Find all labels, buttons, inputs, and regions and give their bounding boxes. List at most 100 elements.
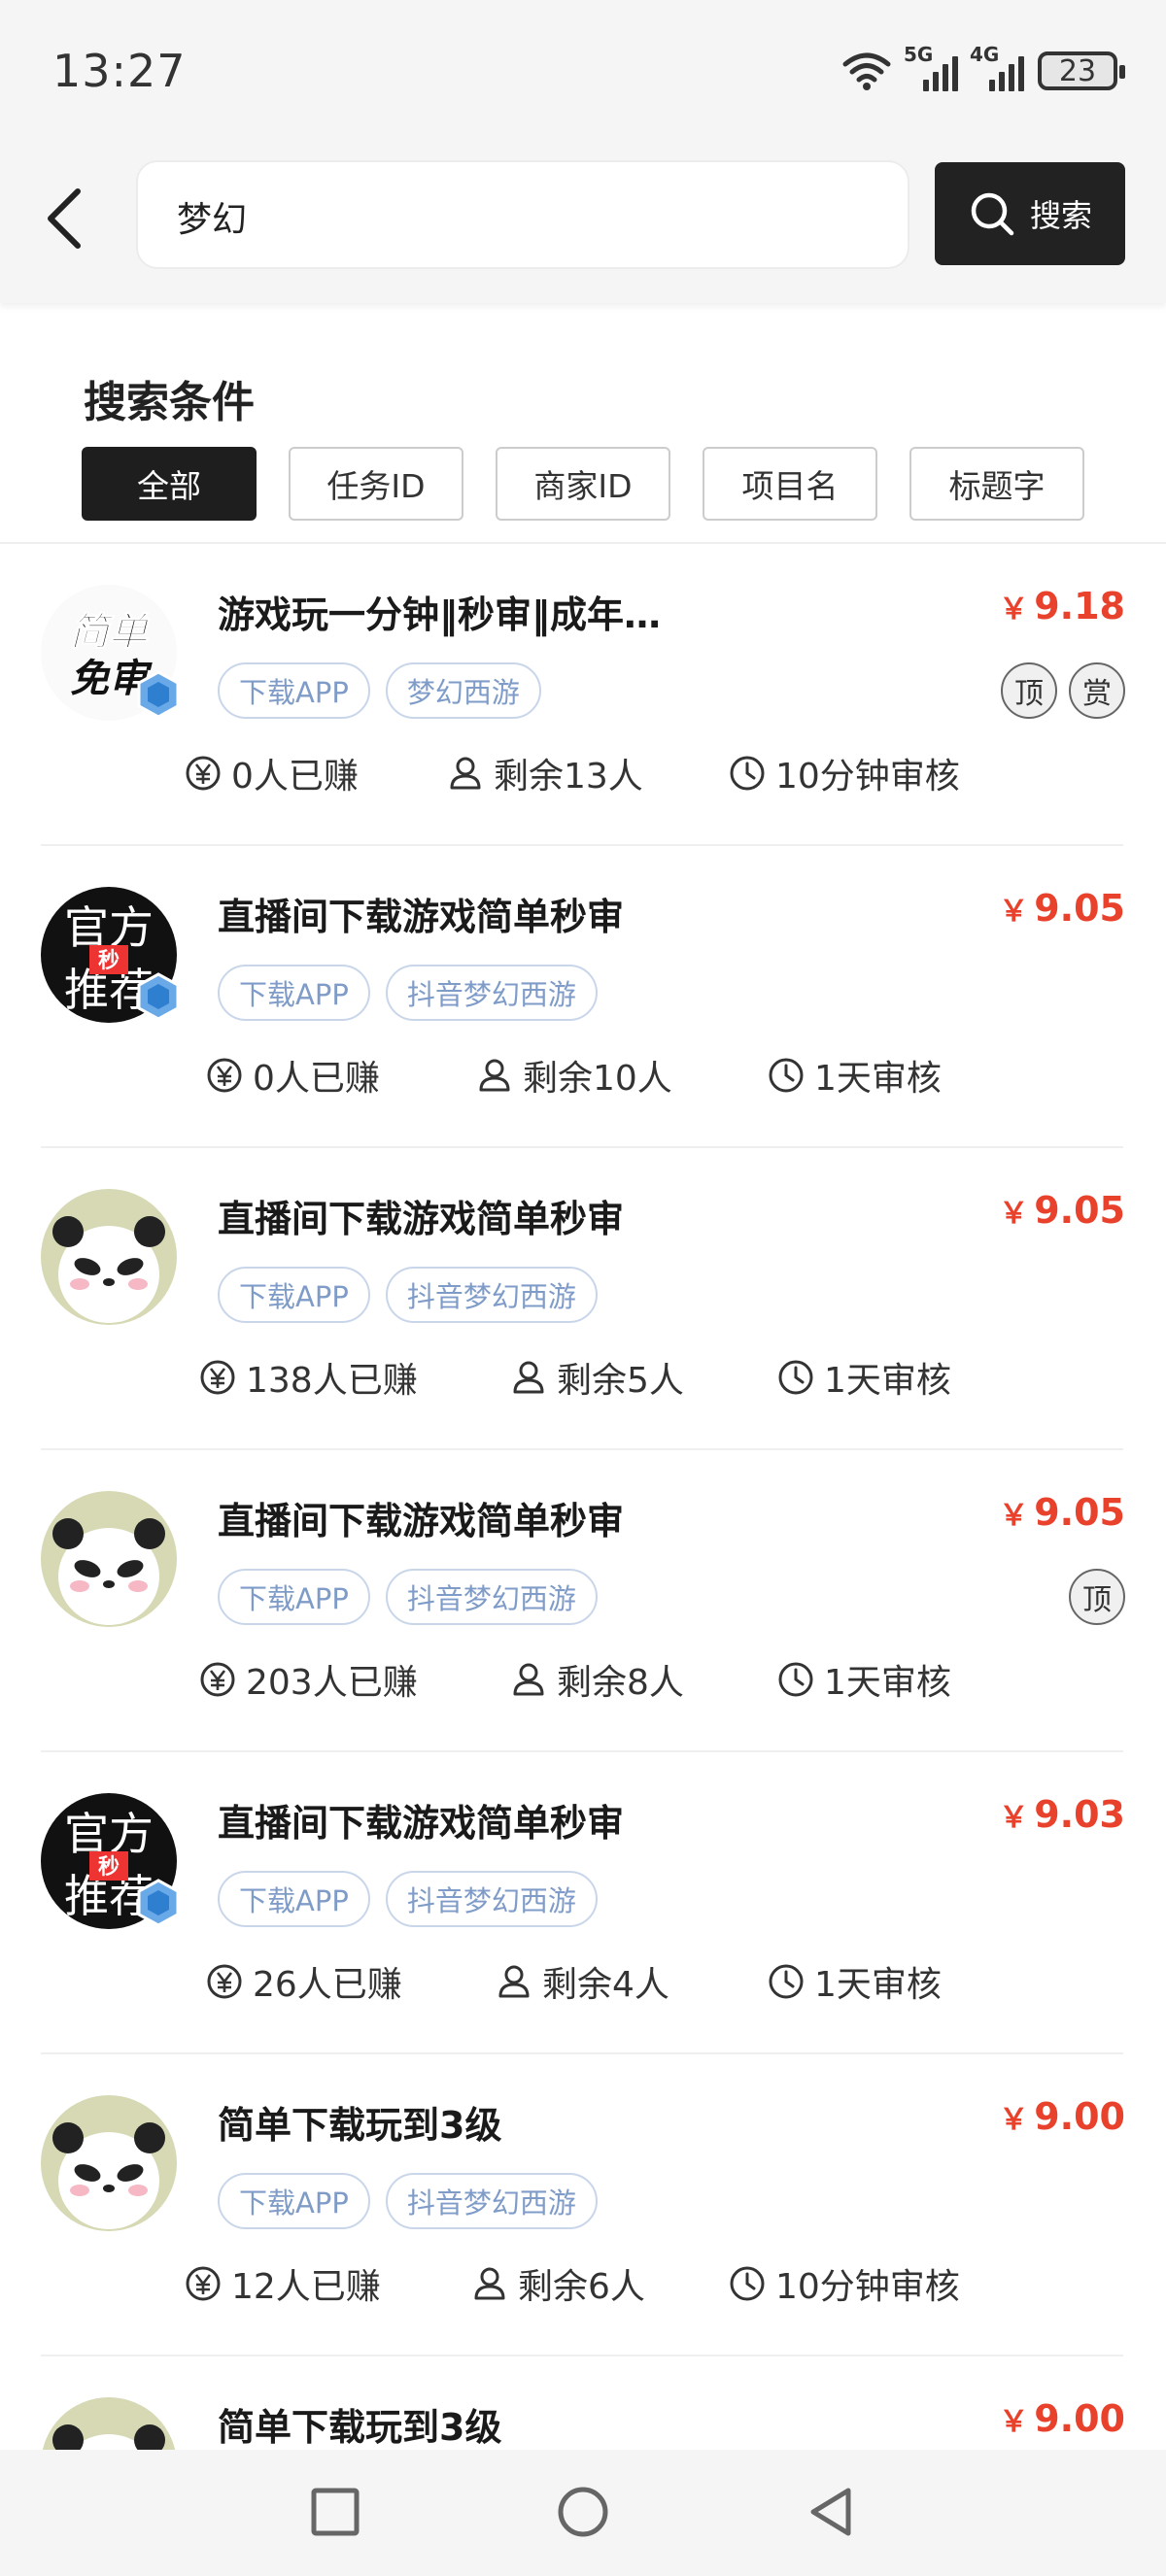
currency-symbol: ￥ [999,1197,1029,1231]
task-title: 简单下载玩到3级 [218,2406,502,2449]
task-item[interactable]: 简单 免审 游戏玩一分钟‖秒审‖成年… ￥ 9.18 下载APP 梦幻西游顶赏 0人已赚 剩余1… [0,544,1166,846]
task-title: 直播间下载游戏简单秒审 [218,1198,625,1240]
filter-task-id[interactable]: 任务ID [289,447,463,521]
task-item[interactable]: 官方 推荐秒直播间下载游戏简单秒审 ￥ 9.03 下载APP 抖音梦幻西游 26人已赚 剩余4… [0,1752,1166,2054]
task-stats: 26人已赚 剩余4人 1天审核 [0,1956,1166,2015]
task-title: 直播间下载游戏简单秒审 [218,1802,625,1845]
search-button[interactable]: 搜索 [935,162,1125,265]
filter-title-keyword[interactable]: 标题字 [909,447,1084,521]
review-time: 10分钟审核 [775,2267,960,2307]
task-price-value: 9.05 [1034,887,1125,930]
currency-symbol: ￥ [999,1801,1029,1835]
filter-merchant-id[interactable]: 商家ID [496,447,670,521]
task-tag: 梦幻西游 [385,662,541,719]
remaining-count: 剩余10人 [523,1059,672,1099]
battery-icon: 23 [1038,51,1125,90]
task-title: 直播间下载游戏简单秒审 [218,1500,625,1542]
task-tag: 下载APP [218,965,370,1021]
task-tag: 下载APP [218,1569,370,1625]
task-list: 简单 免审 游戏玩一分钟‖秒审‖成年… ￥ 9.18 下载APP 梦幻西游顶赏 0人已赚 剩余1… [0,544,1166,2450]
search-box[interactable] [136,160,909,269]
task-tag: 下载APP [218,1871,370,1927]
earned-count-stat: 203人已赚 [199,1654,418,1705]
remaining-count: 剩余6人 [518,2267,645,2307]
remaining-count: 剩余4人 [542,1965,669,2005]
task-price-value: 9.00 [1034,2095,1125,2138]
filter-all[interactable]: 全部 [82,447,257,521]
remaining-count-stat: 剩余5人 [510,1352,684,1403]
panda-avatar [41,2397,177,2450]
remaining-count-stat: 剩余13人 [447,748,643,798]
task-item[interactable]: 直播间下载游戏简单秒审 ￥ 9.05 下载APP 抖音梦幻西游 顶 203人已赚 剩余8人 1天… [0,1450,1166,1752]
task-stats: 0人已赚 剩余10人 1天审核 [0,1050,1166,1108]
task-tags: 下载APP 梦幻西游 [218,662,541,719]
task-price: ￥ 9.05 [999,887,1125,930]
clock-icon [729,755,766,792]
signal-5g-label: 5G [904,43,934,66]
task-item[interactable]: 简单下载玩到3级 ￥ 9.00 [0,2356,1166,2450]
review-time: 1天审核 [824,1361,951,1401]
currency-symbol: ￥ [999,2103,1029,2137]
review-time-stat: 1天审核 [777,1352,951,1403]
search-input[interactable] [177,189,857,244]
panda-avatar [41,1189,177,1325]
task-stats: 203人已赚 剩余8人 1天审核 [0,1654,1166,1712]
task-title: 游戏玩一分钟‖秒审‖成年… [218,593,662,636]
svg-text:简单: 简单 [70,610,150,655]
status-bar: 13:27 5G 4G 23 [0,0,1166,146]
task-tags: 下载APP 抖音梦幻西游 [218,1871,598,1927]
currency-symbol: ￥ [999,2405,1029,2439]
task-title: 简单下载玩到3级 [218,2104,502,2147]
review-time-stat: 1天审核 [768,1956,942,2007]
clock-icon [768,1057,805,1094]
task-badges: 顶 [1069,1569,1125,1625]
verified-badge-icon [137,670,180,719]
task-item[interactable]: 官方 推荐秒直播间下载游戏简单秒审 ￥ 9.05 下载APP 抖音梦幻西游 0人已赚 剩余10… [0,846,1166,1148]
remaining-count-stat: 剩余10人 [476,1050,672,1101]
review-time-stat: 1天审核 [768,1050,942,1101]
task-price-value: 9.00 [1034,2397,1125,2440]
task-item[interactable]: 直播间下载游戏简单秒审 ￥ 9.05 下载APP 抖音梦幻西游 138人已赚 剩余5人 1天审… [0,1148,1166,1450]
review-time-stat: 10分钟审核 [729,748,960,798]
status-icons: 5G 4G 23 [841,43,1125,95]
yen-circle-icon [185,755,222,792]
review-time-stat: 10分钟审核 [729,2258,960,2309]
person-icon [510,1359,547,1396]
task-item[interactable]: 简单下载玩到3级 ￥ 9.00 下载APP 抖音梦幻西游 12人已赚 剩余6人 10分钟审核 [0,2054,1166,2356]
task-price: ￥ 9.05 [999,1189,1125,1232]
back-triangle-icon[interactable] [802,2483,860,2541]
remaining-count: 剩余8人 [557,1663,684,1703]
task-tags: 下载APP 抖音梦幻西游 [218,965,598,1021]
person-icon [510,1661,547,1698]
earned-count: 26人已赚 [253,1965,402,2005]
task-price: ￥ 9.05 [999,1491,1125,1534]
svg-text:秒: 秒 [98,949,120,973]
reward-badge: 赏 [1069,662,1125,719]
signal-5g-icon: 5G [904,43,958,91]
task-tag: 抖音梦幻西游 [385,2173,598,2229]
task-tag: 抖音梦幻西游 [385,965,598,1021]
task-price-value: 9.03 [1034,1793,1125,1836]
person-icon [476,1057,513,1094]
clock-icon [768,1963,805,2000]
pinned-badge: 顶 [1069,1569,1125,1625]
yen-circle-icon [206,1963,243,2000]
back-arrow-icon[interactable] [29,180,107,257]
search-icon [971,192,1014,236]
task-price: ￥ 9.00 [999,2397,1125,2440]
earned-count: 12人已赚 [231,2267,381,2307]
task-stats: 138人已赚 剩余5人 1天审核 [0,1352,1166,1410]
recent-apps-icon[interactable] [306,2483,364,2541]
earned-count-stat: 12人已赚 [185,2258,381,2309]
verified-badge-icon [137,972,180,1021]
system-nav-bar [0,2450,1166,2576]
task-title: 直播间下载游戏简单秒审 [218,896,625,938]
currency-symbol: ￥ [999,1499,1029,1533]
filter-project-name[interactable]: 项目名 [703,447,877,521]
task-price-value: 9.18 [1034,585,1125,627]
earned-count: 0人已赚 [253,1059,380,1099]
home-icon[interactable] [554,2483,612,2541]
panda-avatar [41,1491,177,1627]
review-time: 1天审核 [814,1965,942,2005]
currency-symbol: ￥ [999,593,1029,627]
